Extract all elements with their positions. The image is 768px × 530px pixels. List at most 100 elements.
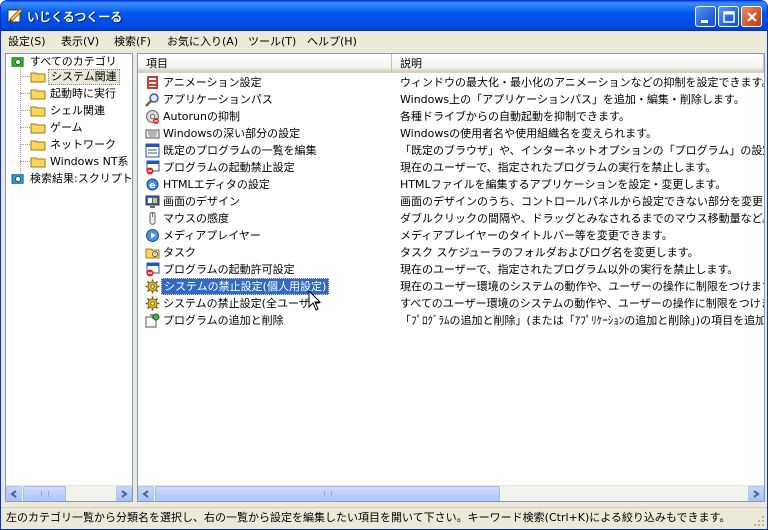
scroll-left-button[interactable] xyxy=(6,486,22,501)
mouse-icon xyxy=(145,211,160,226)
folder-icon xyxy=(30,72,46,83)
close-icon xyxy=(747,12,757,22)
row-description: HTMLファイルを編集するアプリケーションを設定・変更します。 xyxy=(400,178,727,191)
status-bar: 左のカテゴリ一覧から分類名を選択し、右の一覧から設定を編集したい項目を開いて下さ… xyxy=(1,507,767,529)
folder-icon xyxy=(30,106,46,117)
search-results-icon xyxy=(11,174,24,184)
minimize-button[interactable] xyxy=(695,6,716,27)
search-folder-icon xyxy=(11,57,24,67)
maximize-button[interactable] xyxy=(718,6,739,27)
menu-bar: 設定(S) 表示(V) 検索(F) お気に入り(A) ツール(T) ヘルプ(H) xyxy=(1,31,767,49)
add-remove-icon xyxy=(145,313,160,328)
list-row[interactable]: Autorunの抑制 各種ドライブからの自動起動を抑制できます。 xyxy=(138,108,764,125)
row-description: 現在のユーザーで、指定されたプログラム以外の実行を禁止します。 xyxy=(400,263,739,276)
tree-label: システム関連 xyxy=(48,69,120,85)
arrow-right-icon xyxy=(753,490,760,498)
row-item-name: メディアプレイヤー xyxy=(163,229,261,242)
row-item-name: プログラムの追加と削除 xyxy=(163,314,284,327)
tree-label: すべてのカテゴリ xyxy=(30,55,117,68)
list-row[interactable]: Windowsの深い部分の設定 Windowsの使用者名や使用組織名を変えられます… xyxy=(138,125,764,142)
title-bar[interactable]: いじくるつくーる xyxy=(1,1,767,31)
column-header-item[interactable]: 項目 xyxy=(138,54,392,73)
row-description: 「ﾌﾟﾛｸﾞﾗﾑの追加と削除」(または「ｱﾌﾟﾘｹｰｼｮﾝの追加と削除」)の項目… xyxy=(400,314,765,327)
category-tree[interactable]: すべてのカテゴリ システム関連 起動時に実行 シェル関連 ゲーム ネットワーク … xyxy=(5,53,133,502)
arrow-right-icon xyxy=(121,490,128,498)
keyboard-icon xyxy=(145,126,160,141)
scroll-left-button[interactable] xyxy=(138,486,154,501)
display-icon xyxy=(145,194,160,209)
list-row[interactable]: プログラムの追加と削除 「ﾌﾟﾛｸﾞﾗﾑの追加と削除」(または「ｱﾌﾟﾘｹｰｼｮﾝ… xyxy=(138,312,764,329)
row-description: Windows上の「アプリケーションパス」を追加・編集・削除します。 xyxy=(400,93,745,106)
menu-help[interactable]: ヘルプ(H) xyxy=(307,33,357,49)
tree-hscrollbar[interactable] xyxy=(6,485,132,501)
row-description: すべてのユーザー環境のシステムの動作や、ユーザーの操作に制限をつけます。 xyxy=(400,297,765,310)
row-item-name: システムの禁止設定(全ユーザー xyxy=(163,297,321,310)
app-window: いじくるつくーる 設定(S) 表示(V) 検索(F) お気に入り(A) ツール(… xyxy=(0,0,768,530)
scroll-right-button[interactable] xyxy=(116,486,132,501)
scroll-thumb[interactable] xyxy=(23,486,66,501)
row-description: メディアプレイヤーのタイトルバー等を変更できます。 xyxy=(400,229,673,242)
list-row[interactable]: プログラムの起動禁止設定 現在のユーザーで、指定されたプログラムの実行を禁止します… xyxy=(138,159,764,176)
list-row[interactable]: メディアプレイヤー メディアプレイヤーのタイトルバー等を変更できます。 xyxy=(138,227,764,244)
row-description: タスク スケジューラのフォルダおよびログ名を変更します。 xyxy=(400,246,699,259)
menu-favorites[interactable]: お気に入り(A) xyxy=(167,33,238,49)
list-row[interactable]: プログラムの起動許可設定 現在のユーザーで、指定されたプログラム以外の実行を禁止し… xyxy=(138,261,764,278)
menu-settings[interactable]: 設定(S) xyxy=(8,33,46,49)
tree-label: Windows NT系 xyxy=(50,155,129,168)
ie-icon: e xyxy=(145,177,160,192)
close-button[interactable] xyxy=(741,6,762,27)
list-row[interactable]: 既定のプログラムの一覧を編集 「既定のブラウザ」や、インターネットオプションの「プ… xyxy=(138,142,764,159)
list-hscrollbar[interactable] xyxy=(138,485,764,501)
row-item-name: Windowsの深い部分の設定 xyxy=(163,127,301,140)
row-item-name: 画面のデザイン xyxy=(163,195,240,208)
scroll-right-button[interactable] xyxy=(748,486,764,501)
minimize-icon xyxy=(701,20,708,23)
row-item-name: アニメーション設定 xyxy=(163,76,262,89)
list-row[interactable]: 画面のデザイン 画面のデザインのうち、コントロールパネルから設定できない部分を変更… xyxy=(138,193,764,210)
row-item-name: Autorunの抑制 xyxy=(163,110,241,123)
list-row[interactable]: システムの禁止設定(全ユーザー すべてのユーザー環境のシステムの動作や、ユーザーの… xyxy=(138,295,764,312)
arrow-left-icon xyxy=(10,490,17,498)
list-row[interactable]: e HTMLエディタの設定 HTMLファイルを編集するアプリケーションを設定・変更し… xyxy=(138,176,764,193)
row-item-name: マウスの感度 xyxy=(163,212,229,225)
row-description: 画面のデザインのうち、コントロールパネルから設定できない部分を変更します。 xyxy=(400,195,764,208)
tree-label: ネットワーク xyxy=(50,138,116,151)
gear-icon xyxy=(145,279,160,294)
list-row[interactable]: マウスの感度 ダブルクリックの間隔や、ドラッグとみなされるまでのマウス移動量など。 xyxy=(138,210,764,227)
svg-text:e: e xyxy=(149,181,155,191)
list-row[interactable]: アプリケーションパス Windows上の「アプリケーションパス」を追加・編集・削除… xyxy=(138,91,764,108)
menu-view[interactable]: 表示(V) xyxy=(61,33,99,49)
scroll-thumb[interactable] xyxy=(155,486,500,501)
row-description: Windowsの使用者名や使用組織名を変えられます。 xyxy=(400,127,658,140)
row-description: 各種ドライブからの自動起動を抑制できます。 xyxy=(400,110,630,123)
folder-icon xyxy=(30,123,46,134)
row-item-name: HTMLエディタの設定 xyxy=(163,178,270,191)
animation-icon xyxy=(145,75,160,90)
row-description: 現在のユーザーで、指定されたプログラムの実行を禁止します。 xyxy=(400,161,717,174)
folder-icon xyxy=(30,140,46,151)
window-title: いじくるつくーる xyxy=(27,10,123,24)
row-description: 現在のユーザー環境のシステムの動作や、ユーザーの操作に制限をつけます。 xyxy=(400,280,765,293)
program-list-icon xyxy=(145,143,160,158)
row-description: ウィンドウの最大化・最小化のアニメーションなどの抑制を設定できます。 xyxy=(400,76,765,89)
menu-search[interactable]: 検索(F) xyxy=(114,33,151,49)
row-item-name: 既定のプログラムの一覧を編集 xyxy=(163,144,317,157)
column-header-description[interactable]: 説明 xyxy=(392,54,764,73)
folder-icon xyxy=(30,89,46,100)
gear-icon xyxy=(145,296,160,311)
tree-label: シェル関連 xyxy=(50,104,105,117)
maximize-icon xyxy=(723,11,735,23)
row-item-name: システムの禁止設定(個人用設定) xyxy=(161,278,330,295)
arrow-left-icon xyxy=(142,490,149,498)
task-folder-icon xyxy=(145,245,160,260)
settings-list[interactable]: 項目 説明 アニメーション設定 ウィンドウの最大化・最小化のアニメーションなどの抑… xyxy=(137,53,765,502)
list-row[interactable]: アニメーション設定 ウィンドウの最大化・最小化のアニメーションなどの抑制を設定でき… xyxy=(138,74,764,91)
row-description: 「既定のブラウザ」や、インターネットオプションの「プログラム」の設定で選択できる… xyxy=(400,144,764,157)
menu-tools[interactable]: ツール(T) xyxy=(248,33,296,49)
status-text: 左のカテゴリ一覧から分類名を選択し、右の一覧から設定を編集したい項目を開いて下さ… xyxy=(6,511,731,524)
cd-icon xyxy=(145,109,160,124)
list-row[interactable]: タスク タスク スケジューラのフォルダおよびログ名を変更します。 xyxy=(138,244,764,261)
resize-grip-icon[interactable] xyxy=(753,515,765,527)
media-player-icon xyxy=(145,228,160,243)
list-row[interactable]: システムの禁止設定(個人用設定) 現在のユーザー環境のシステムの動作や、ユーザーの… xyxy=(138,278,764,295)
